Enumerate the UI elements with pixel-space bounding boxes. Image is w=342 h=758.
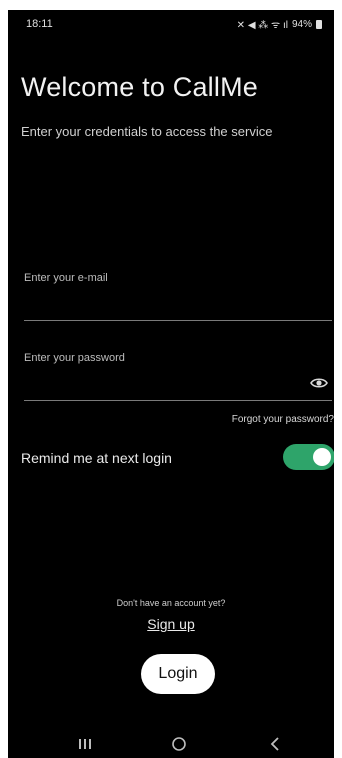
phone-screen: 18:11 ✕ ◀ ⁂ ᯤ ıl 94% Welcome to CallMe E… <box>8 10 334 758</box>
email-label: Enter your e-mail <box>24 272 108 284</box>
battery-icon <box>316 19 322 29</box>
remind-toggle[interactable] <box>283 444 334 470</box>
login-button[interactable]: Login <box>141 654 215 694</box>
back-button[interactable] <box>260 734 290 754</box>
recent-apps-button[interactable] <box>70 734 100 754</box>
forgot-password-link[interactable]: Forgot your password? <box>232 414 334 425</box>
signup-link[interactable]: Sign up <box>147 616 194 632</box>
signup-container: Sign up <box>8 616 334 632</box>
system-nav-bar <box>8 730 334 758</box>
back-icon <box>270 737 279 751</box>
email-input[interactable] <box>24 292 298 318</box>
password-label: Enter your password <box>24 352 125 364</box>
signal-icons: ✕ ◀ ⁂ ᯤ ıl <box>236 20 288 31</box>
page-subtitle: Enter your credentials to access the ser… <box>21 124 273 139</box>
recent-apps-icon <box>79 739 91 749</box>
home-button[interactable] <box>164 734 194 754</box>
status-indicators: ✕ ◀ ⁂ ᯤ ıl 94% <box>237 17 322 31</box>
remind-label: Remind me at next login <box>21 450 172 466</box>
status-bar: 18:11 ✕ ◀ ⁂ ᯤ ıl 94% <box>8 10 334 38</box>
no-account-text: Don't have an account yet? <box>116 598 226 608</box>
eye-icon[interactable] <box>310 376 328 390</box>
page-title: Welcome to CallMe <box>21 72 258 102</box>
email-field[interactable]: Enter your e-mail <box>24 262 332 321</box>
home-icon <box>172 737 186 751</box>
toggle-knob <box>313 448 331 466</box>
password-input[interactable] <box>24 372 298 398</box>
status-time: 18:11 <box>26 18 53 30</box>
battery-level: 94% <box>291 18 312 30</box>
password-field[interactable]: Enter your password <box>24 342 332 401</box>
